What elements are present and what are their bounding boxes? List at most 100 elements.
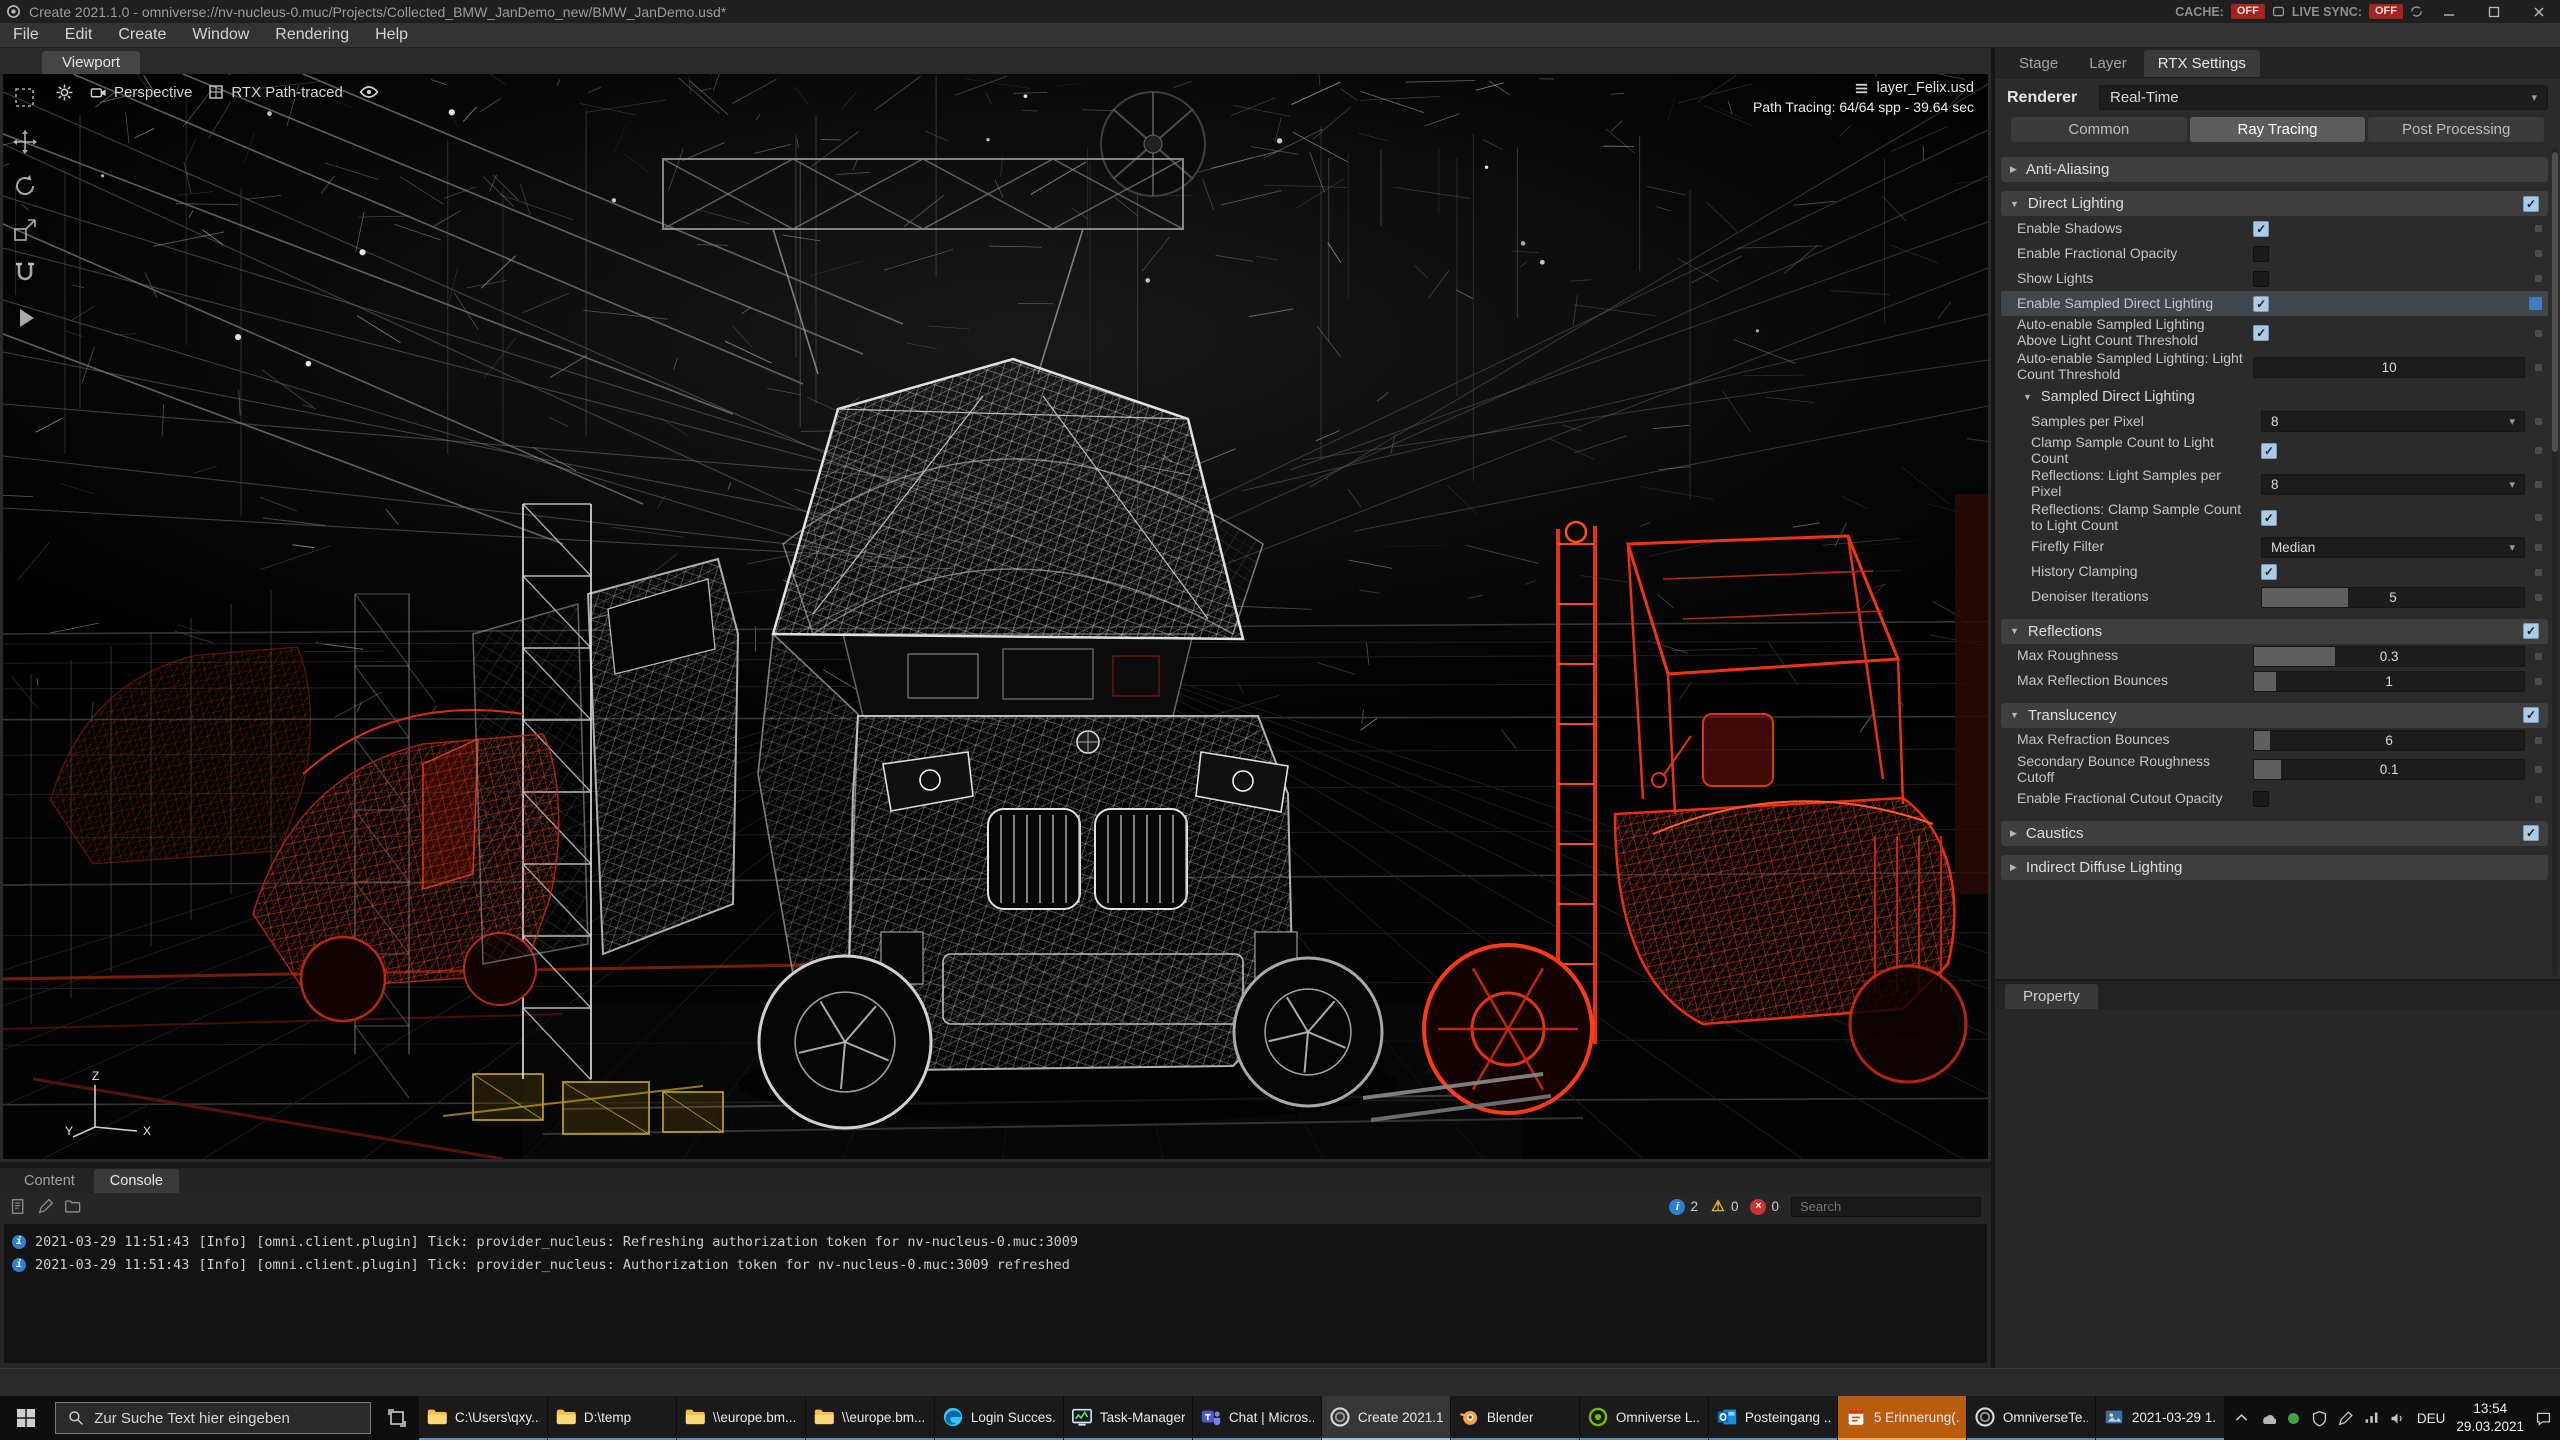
network-icon[interactable] bbox=[2363, 1410, 2380, 1427]
language-indicator[interactable]: DEU bbox=[2417, 1411, 2446, 1426]
panel-tab-layer[interactable]: Layer bbox=[2075, 50, 2141, 77]
section-header-anti-aliasing[interactable]: ▶Anti-Aliasing bbox=[2001, 157, 2548, 182]
setting-dropdown[interactable]: Median▾ bbox=[2261, 537, 2525, 558]
bottom-tab-console[interactable]: Console bbox=[94, 1169, 179, 1193]
setting-checkbox[interactable] bbox=[2253, 271, 2269, 287]
section-header-reflections[interactable]: ▼Reflections✓ bbox=[2001, 619, 2548, 644]
shield-icon[interactable] bbox=[2311, 1410, 2328, 1427]
visibility-eye-icon[interactable] bbox=[359, 82, 379, 102]
setting-checkbox[interactable]: ✓ bbox=[2253, 325, 2269, 341]
volume-icon[interactable] bbox=[2389, 1410, 2406, 1427]
layer-menu-icon[interactable] bbox=[1854, 81, 1869, 96]
setting-checkbox[interactable]: ✓ bbox=[2253, 296, 2269, 312]
property-tab[interactable]: Property bbox=[2005, 984, 2098, 1009]
cache-status-badge[interactable]: OFF bbox=[2231, 4, 2265, 19]
panel-tab-stage[interactable]: Stage bbox=[2005, 50, 2072, 77]
warning-filter-badge[interactable]: ⚠0 bbox=[1710, 1199, 1739, 1215]
viewport-settings-gear-icon[interactable] bbox=[55, 83, 74, 102]
setting-checkbox[interactable]: ✓ bbox=[2261, 443, 2277, 459]
section-enable-checkbox[interactable]: ✓ bbox=[2523, 196, 2539, 212]
section-enable-checkbox[interactable]: ✓ bbox=[2523, 825, 2539, 841]
taskbar-item-c-users-qxy[interactable]: C:\Users\qxy... bbox=[419, 1396, 547, 1440]
console-log-area[interactable]: i2021-03-29 11:51:43[Info][omni.client.p… bbox=[4, 1224, 1987, 1363]
tray-chevron-up-icon[interactable] bbox=[2233, 1410, 2250, 1427]
info-filter-badge[interactable]: i2 bbox=[1669, 1199, 1698, 1215]
taskbar-item-europe-bm[interactable]: \\europe.bm... bbox=[677, 1396, 805, 1440]
subtab-ray-tracing[interactable]: Ray Tracing bbox=[2190, 117, 2366, 142]
taskbar-item-europe-bm[interactable]: \\europe.bm... bbox=[806, 1396, 934, 1440]
task-view-button[interactable] bbox=[375, 1396, 419, 1440]
setting-dropdown[interactable]: 8▾ bbox=[2261, 411, 2525, 432]
taskbar-item-task-manager[interactable]: Task-Manager bbox=[1064, 1396, 1192, 1440]
setting-checkbox[interactable]: ✓ bbox=[2261, 564, 2277, 580]
setting-slider[interactable]: 0.3 bbox=[2253, 646, 2525, 667]
subtab-post-processing[interactable]: Post Processing bbox=[2368, 117, 2544, 142]
section-enable-checkbox[interactable]: ✓ bbox=[2523, 707, 2539, 723]
menu-item-create[interactable]: Create bbox=[105, 26, 179, 44]
taskbar-item-d-temp[interactable]: D:\temp bbox=[548, 1396, 676, 1440]
menu-item-edit[interactable]: Edit bbox=[52, 26, 106, 44]
menu-item-file[interactable]: File bbox=[0, 26, 52, 44]
snap-tool[interactable] bbox=[11, 260, 39, 288]
live-sync-icon[interactable] bbox=[2410, 5, 2423, 18]
console-search-input[interactable] bbox=[1791, 1197, 1981, 1217]
taskbar-item-5-erinnerung[interactable]: 5 Erinnerung(... bbox=[1838, 1396, 1966, 1440]
play-button[interactable] bbox=[11, 304, 39, 332]
setting-checkbox[interactable] bbox=[2253, 246, 2269, 262]
renderer-dropdown[interactable]: Real-Time ▾ bbox=[2099, 85, 2548, 110]
taskbar-item-login-succes[interactable]: Login Succes... bbox=[935, 1396, 1063, 1440]
error-filter-badge[interactable]: ×0 bbox=[1750, 1199, 1779, 1215]
setting-slider[interactable]: 0.1 bbox=[2253, 759, 2525, 780]
menu-item-help[interactable]: Help bbox=[362, 26, 421, 44]
subtab-common[interactable]: Common bbox=[2011, 117, 2187, 142]
menu-item-window[interactable]: Window bbox=[179, 26, 262, 44]
viewport-canvas[interactable]: Perspective RTX Path-traced layer_Felix.… bbox=[3, 74, 1988, 1159]
menu-item-rendering[interactable]: Rendering bbox=[262, 26, 362, 44]
section-header-direct-lighting[interactable]: ▼Direct Lighting✓ bbox=[2001, 191, 2548, 216]
setting-slider[interactable]: 6 bbox=[2253, 730, 2525, 751]
taskbar-item-omniversete[interactable]: OmniverseTe... bbox=[1967, 1396, 2095, 1440]
section-enable-checkbox[interactable]: ✓ bbox=[2523, 623, 2539, 639]
rotate-tool[interactable] bbox=[11, 172, 39, 200]
setting-slider[interactable]: 1 bbox=[2253, 671, 2525, 692]
setting-slider[interactable]: 5 bbox=[2261, 587, 2525, 608]
maximize-button[interactable] bbox=[2475, 0, 2513, 23]
edit-log-icon[interactable] bbox=[37, 1198, 54, 1215]
green-status-icon[interactable] bbox=[2285, 1410, 2302, 1427]
section-header-caustics[interactable]: ▶Caustics✓ bbox=[2001, 821, 2548, 846]
taskbar-clock[interactable]: 13:54 29.03.2021 bbox=[2456, 1400, 2524, 1435]
move-tool[interactable] bbox=[11, 128, 39, 156]
notification-center-icon[interactable] bbox=[2535, 1410, 2552, 1427]
viewport-tab[interactable]: Viewport bbox=[42, 51, 140, 74]
close-button[interactable] bbox=[2520, 0, 2558, 23]
taskbar-item-posteingang[interactable]: Posteingang ... bbox=[1709, 1396, 1837, 1440]
scrollbar-thumb[interactable] bbox=[2552, 152, 2558, 452]
taskbar-item-omniverse-l[interactable]: Omniverse L... bbox=[1580, 1396, 1708, 1440]
taskbar-item-create-2021-1[interactable]: Create 2021.1... bbox=[1322, 1396, 1450, 1440]
bottom-tab-content[interactable]: Content bbox=[8, 1169, 91, 1193]
setting-checkbox[interactable] bbox=[2253, 791, 2269, 807]
taskbar-item-chat-micros[interactable]: Chat | Micros... bbox=[1193, 1396, 1321, 1440]
select-tool[interactable] bbox=[11, 84, 39, 112]
onedrive-icon[interactable] bbox=[2259, 1410, 2276, 1427]
section-header-indirect-diffuse-lighting[interactable]: ▶Indirect Diffuse Lighting bbox=[2001, 855, 2548, 880]
save-log-icon[interactable] bbox=[10, 1198, 27, 1215]
camera-mode-button[interactable]: Perspective bbox=[90, 84, 192, 101]
scale-tool[interactable] bbox=[11, 216, 39, 244]
cache-icon[interactable] bbox=[2272, 5, 2285, 18]
pen-icon[interactable] bbox=[2337, 1410, 2354, 1427]
render-mode-button[interactable]: RTX Path-traced bbox=[208, 84, 342, 101]
setting-checkbox[interactable]: ✓ bbox=[2253, 221, 2269, 237]
section-header-translucency[interactable]: ▼Translucency✓ bbox=[2001, 703, 2548, 728]
live-sync-status-badge[interactable]: OFF bbox=[2369, 4, 2403, 19]
group-header-sampled-direct-lighting[interactable]: ▼Sampled Direct Lighting bbox=[2001, 384, 2548, 409]
setting-number-field[interactable]: 10 bbox=[2253, 357, 2525, 378]
taskbar-search[interactable]: Zur Suche Text hier eingeben bbox=[55, 1402, 371, 1434]
setting-dropdown[interactable]: 8▾ bbox=[2261, 474, 2525, 495]
taskbar-item-blender[interactable]: Blender bbox=[1451, 1396, 1579, 1440]
taskbar-item-2021-03-29-1[interactable]: 2021-03-29 1... bbox=[2096, 1396, 2224, 1440]
changed-value-marker[interactable] bbox=[2529, 297, 2542, 310]
start-button[interactable] bbox=[0, 1396, 51, 1440]
panel-tab-rtx-settings[interactable]: RTX Settings bbox=[2144, 50, 2260, 77]
settings-scrollbar[interactable] bbox=[2552, 148, 2558, 976]
